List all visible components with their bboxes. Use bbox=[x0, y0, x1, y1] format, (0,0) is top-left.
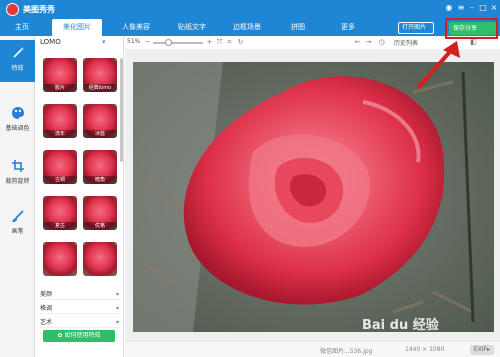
category-label: 格调 bbox=[40, 305, 53, 312]
effect-label: 暗角 bbox=[83, 176, 117, 184]
category-row-art[interactable]: 艺术 ▾ bbox=[40, 317, 122, 328]
zoom-out-icon[interactable]: − bbox=[143, 38, 152, 47]
effect-thumb[interactable]: 复古 bbox=[43, 196, 77, 230]
crop-icon bbox=[11, 160, 24, 172]
title-bar: 美图秀秀 ◉ ≡ – □ × bbox=[0, 0, 500, 18]
effect-thumb[interactable]: 古铜 bbox=[43, 150, 77, 184]
menu-icon[interactable]: ≡ bbox=[456, 3, 466, 13]
effect-category-value: LOMO bbox=[40, 38, 61, 46]
rose-photo bbox=[133, 62, 494, 332]
file-name: 微信图片...536.jpg bbox=[320, 348, 373, 355]
category-label: 艺术 bbox=[40, 319, 53, 326]
chat-icon[interactable]: ◉ bbox=[444, 3, 454, 13]
effect-thumb[interactable]: 冰蓝 bbox=[83, 104, 117, 138]
effect-label: 优格 bbox=[83, 222, 117, 230]
effect-thumb[interactable]: 暗角 bbox=[83, 150, 117, 184]
zoom-slider[interactable] bbox=[153, 42, 203, 44]
zoom-in-icon[interactable]: + bbox=[205, 38, 214, 47]
tab-stickers-text[interactable]: 贴纸文字 bbox=[167, 19, 217, 36]
rotate-icon[interactable]: ↻ bbox=[236, 38, 245, 47]
category-row-beauty[interactable]: 美颜 ▾ bbox=[40, 289, 122, 300]
tool-sidebar: 特效 基础调色 裁剪旋转 画笔 bbox=[0, 36, 35, 357]
effect-thumb[interactable] bbox=[83, 242, 117, 276]
tab-home[interactable]: 主页 bbox=[4, 19, 40, 36]
tab-frames[interactable]: 边框场景 bbox=[222, 19, 272, 36]
effect-category-select[interactable]: LOMO ▾ bbox=[40, 38, 120, 48]
effect-label: 胶片 bbox=[43, 84, 77, 92]
palette-icon bbox=[11, 107, 24, 119]
annotation-arrow bbox=[416, 41, 460, 90]
brush-icon bbox=[11, 210, 24, 222]
close-icon[interactable]: × bbox=[489, 3, 499, 13]
zoom-level: 51% bbox=[127, 38, 141, 45]
undo-icon[interactable]: ← bbox=[353, 38, 362, 47]
tool-crop-rotate[interactable]: 裁剪旋转 bbox=[0, 153, 35, 195]
history-icon: ◷ bbox=[378, 38, 385, 46]
effect-thumb[interactable]: 优格 bbox=[83, 196, 117, 230]
exif-button[interactable]: EXIF▸ bbox=[470, 345, 494, 355]
effect-thumb[interactable]: 胶片 bbox=[43, 58, 77, 92]
effect-thumb[interactable]: 经典lomo bbox=[83, 58, 117, 92]
tool-effects-label: 特效 bbox=[11, 65, 24, 72]
minimize-icon[interactable]: – bbox=[467, 3, 477, 13]
tool-basic-color[interactable]: 基础调色 bbox=[0, 100, 35, 142]
tool-brush-label: 画笔 bbox=[11, 228, 24, 235]
tool-brush[interactable]: 画笔 bbox=[0, 203, 35, 245]
tab-portrait[interactable]: 人像美容 bbox=[111, 19, 161, 36]
magic-wand-icon bbox=[12, 47, 24, 58]
maximize-icon[interactable]: □ bbox=[478, 3, 488, 13]
effect-label: 冰蓝 bbox=[83, 130, 117, 138]
zoom-slider-handle[interactable] bbox=[165, 39, 172, 46]
effect-thumb[interactable]: 流年 bbox=[43, 104, 77, 138]
tab-collage[interactable]: 拼图 bbox=[278, 19, 318, 36]
tab-beautify[interactable]: 美化图片 bbox=[52, 19, 102, 36]
tool-effects[interactable]: 特效 bbox=[0, 40, 35, 82]
compare-icon[interactable]: ◧ bbox=[469, 38, 478, 47]
effects-scrollbar[interactable] bbox=[120, 58, 123, 162]
fit-screen-icon[interactable]: ⤧ bbox=[215, 38, 224, 47]
status-bar: 微信图片...536.jpg 1440 × 1080 EXIF▸ bbox=[125, 341, 500, 357]
effect-label: 复古 bbox=[43, 222, 77, 230]
image-size: 1440 × 1080 bbox=[405, 346, 445, 353]
effect-label: 古铜 bbox=[43, 176, 77, 184]
category-label: 美颜 bbox=[40, 291, 53, 298]
crop-view-icon[interactable]: ⌗ bbox=[225, 38, 234, 47]
open-image-button[interactable]: 打开图片 bbox=[398, 22, 434, 34]
effects-tutorial-button[interactable]: ✿ 如何使用特效 bbox=[43, 330, 115, 342]
app-logo-icon bbox=[6, 3, 19, 16]
chevron-down-icon: ▾ bbox=[102, 38, 106, 46]
chevron-down-icon: ▾ bbox=[115, 305, 119, 312]
effect-label: 经典lomo bbox=[83, 84, 117, 92]
chevron-down-icon: ▾ bbox=[115, 291, 119, 298]
baidu-watermark: Bai du 经验 bbox=[362, 318, 439, 333]
effect-label: 流年 bbox=[43, 130, 77, 138]
effect-thumb[interactable] bbox=[43, 242, 77, 276]
tool-crop-rotate-label: 裁剪旋转 bbox=[5, 178, 30, 185]
app-title: 美图秀秀 bbox=[23, 5, 55, 14]
chevron-down-icon: ▾ bbox=[115, 319, 119, 326]
tab-more[interactable]: 更多 bbox=[328, 19, 368, 36]
category-row-style[interactable]: 格调 ▾ bbox=[40, 303, 122, 314]
tool-basic-color-label: 基础调色 bbox=[5, 125, 30, 132]
photo-canvas[interactable] bbox=[133, 62, 494, 332]
redo-icon[interactable]: → bbox=[364, 38, 373, 47]
